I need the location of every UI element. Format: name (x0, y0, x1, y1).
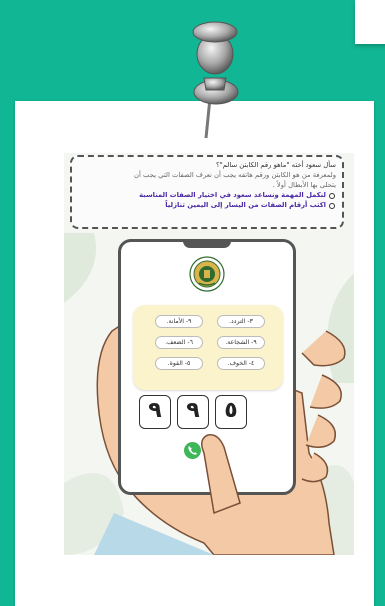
worksheet-card: سأل سعود أخته "ماهو رقم الكابتن سالم"؟ و… (15, 101, 374, 606)
top-card (355, 0, 385, 44)
push-pin-icon (192, 21, 239, 139)
worksheet-image: سأل سعود أخته "ماهو رقم الكابتن سالم"؟ و… (64, 153, 354, 555)
pointing-finger (201, 434, 241, 515)
